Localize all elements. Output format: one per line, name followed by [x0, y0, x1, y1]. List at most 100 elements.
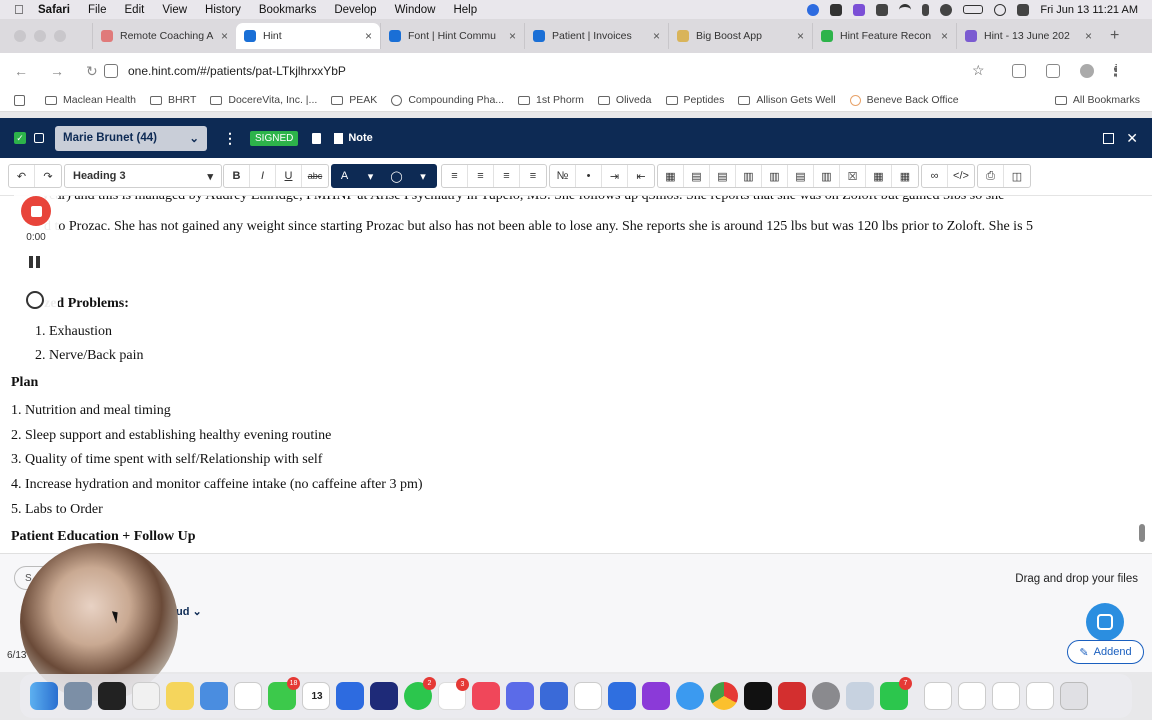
- menu-bookmarks[interactable]: Bookmarks: [259, 4, 317, 16]
- bookmark-star-icon[interactable]: ☆: [972, 62, 985, 79]
- podcasts-icon[interactable]: [642, 682, 670, 710]
- bookmark-item[interactable]: Oliveda: [597, 94, 652, 106]
- tab-hint-june[interactable]: Hint - 13 June 202 ×: [956, 23, 1100, 49]
- wifi-icon[interactable]: [899, 3, 912, 16]
- highlight-color-icon[interactable]: ◯: [384, 165, 410, 187]
- align-center-icon[interactable]: ≡: [468, 165, 494, 187]
- close-tab-icon[interactable]: ×: [653, 29, 660, 43]
- safari-icon[interactable]: [98, 682, 126, 710]
- app-status-icon[interactable]: [876, 3, 889, 16]
- close-tab-icon[interactable]: ×: [941, 29, 948, 43]
- table-delete-col-icon[interactable]: ▥: [814, 165, 840, 187]
- tab-remote-coaching[interactable]: Remote Coaching A ×: [92, 23, 236, 49]
- menu-history[interactable]: History: [205, 4, 241, 16]
- tab-font-hint[interactable]: Font | Hint Commu ×: [380, 23, 524, 49]
- close-tab-icon[interactable]: ×: [1085, 29, 1092, 43]
- pen-app-icon[interactable]: [540, 682, 568, 710]
- tab-hint[interactable]: Hint ×: [236, 23, 380, 49]
- control-center-icon[interactable]: [1017, 3, 1030, 16]
- focus-moon-icon[interactable]: [940, 3, 953, 16]
- strikethrough-button[interactable]: abc: [302, 165, 328, 187]
- table-col-right-icon[interactable]: ▥: [762, 165, 788, 187]
- font-color-button[interactable]: A: [332, 165, 358, 187]
- close-tab-icon[interactable]: ×: [509, 29, 516, 43]
- menu-edit[interactable]: Edit: [125, 4, 145, 16]
- table-delete-row-icon[interactable]: ▤: [788, 165, 814, 187]
- table-split-icon[interactable]: ▦: [892, 165, 918, 187]
- addend-button[interactable]: ✎ Addend: [1067, 640, 1144, 664]
- document-thumbnail-icon[interactable]: [992, 682, 1020, 710]
- reminders-icon[interactable]: [234, 682, 262, 710]
- stickies-icon[interactable]: [166, 682, 194, 710]
- freeform-icon[interactable]: [200, 682, 228, 710]
- bookmark-item[interactable]: Allison Gets Well: [738, 94, 836, 106]
- redo-icon[interactable]: ↷: [35, 165, 61, 187]
- more-menu-icon[interactable]: [1114, 64, 1118, 78]
- bluetooth-icon[interactable]: [922, 3, 930, 16]
- bookmark-item[interactable]: 1st Phorm: [518, 94, 584, 106]
- assistant-button[interactable]: [1086, 603, 1124, 641]
- launchpad-icon[interactable]: [64, 682, 92, 710]
- menu-file[interactable]: File: [88, 4, 107, 16]
- highlight-caret-icon[interactable]: ▾: [410, 165, 436, 187]
- table-merge-icon[interactable]: ▦: [866, 165, 892, 187]
- partial-label[interactable]: ud ⌄: [176, 605, 202, 618]
- table-row-above-icon[interactable]: ▤: [684, 165, 710, 187]
- table-row-below-icon[interactable]: ▤: [710, 165, 736, 187]
- italic-button[interactable]: I: [250, 165, 276, 187]
- url-field[interactable]: one.hint.com/#/patients/pat-LTkjlhrxxYbP: [100, 58, 1000, 83]
- screen-record-icon[interactable]: [853, 3, 866, 16]
- bookmark-item[interactable]: DocereVita, Inc. |...: [210, 94, 317, 106]
- link-icon[interactable]: ∞: [922, 165, 948, 187]
- heading-select[interactable]: Heading 3 ▾: [64, 164, 222, 188]
- editor-scrollbar[interactable]: [1139, 524, 1145, 542]
- bookmark-item[interactable]: Peptides: [665, 94, 724, 106]
- screenflow-icon[interactable]: [370, 682, 398, 710]
- indent-icon[interactable]: ⇥: [602, 165, 628, 187]
- bookmark-item[interactable]: Beneve Back Office: [849, 94, 959, 106]
- tab-big-boost[interactable]: Big Boost App ×: [668, 23, 812, 49]
- menu-help[interactable]: Help: [453, 4, 477, 16]
- cast-icon[interactable]: [830, 3, 843, 16]
- notes-icon[interactable]: [132, 682, 160, 710]
- align-right-icon[interactable]: ≡: [494, 165, 520, 187]
- code-view-icon[interactable]: </>: [948, 165, 974, 187]
- popout-icon[interactable]: [1103, 133, 1115, 144]
- whatsapp-icon[interactable]: 2: [404, 677, 436, 710]
- perplexity-icon[interactable]: [506, 682, 534, 710]
- more-options-icon[interactable]: ⋮: [223, 130, 237, 147]
- note-button[interactable]: Note: [334, 132, 373, 144]
- pause-icon[interactable]: [29, 256, 40, 268]
- zoom-window-icon[interactable]: [54, 30, 66, 42]
- extensions-icon[interactable]: [1012, 64, 1026, 78]
- battery-icon[interactable]: [963, 5, 984, 14]
- preview-icon[interactable]: [846, 682, 874, 710]
- apps-grid-icon[interactable]: [14, 94, 31, 106]
- finder-icon[interactable]: [30, 682, 58, 710]
- trash-icon[interactable]: [312, 132, 322, 144]
- tab-patient-invoices[interactable]: Patient | Invoices ×: [524, 23, 668, 49]
- close-tab-icon[interactable]: ×: [221, 29, 228, 43]
- minimize-window-icon[interactable]: [34, 30, 46, 42]
- print-icon[interactable]: ⎙: [978, 165, 1004, 187]
- messages-icon[interactable]: 18: [268, 677, 300, 710]
- bullet-list-icon[interactable]: •: [576, 165, 602, 187]
- stop-record-button[interactable]: [21, 196, 51, 226]
- music-icon[interactable]: [472, 682, 500, 710]
- bookmark-item[interactable]: BHRT: [149, 94, 196, 106]
- close-tab-icon[interactable]: ×: [797, 29, 804, 43]
- reload-icon[interactable]: ↻: [86, 63, 98, 80]
- site-settings-icon[interactable]: [104, 63, 118, 78]
- bold-button[interactable]: B: [224, 165, 250, 187]
- bookmark-item[interactable]: Compounding Pha...: [391, 94, 504, 106]
- ordered-list-icon[interactable]: №: [550, 165, 576, 187]
- zoom-status-icon[interactable]: [807, 3, 820, 16]
- undo-icon[interactable]: ↶: [9, 165, 35, 187]
- menu-safari[interactable]: Safari: [38, 4, 70, 16]
- bookmark-item[interactable]: PEAK: [331, 94, 377, 106]
- back-icon[interactable]: ←: [14, 63, 28, 79]
- tab-hint-feature[interactable]: Hint Feature Recon ×: [812, 23, 956, 49]
- align-justify-icon[interactable]: ≡: [520, 165, 546, 187]
- profile-avatar[interactable]: [1080, 64, 1094, 78]
- restart-icon[interactable]: [26, 291, 44, 309]
